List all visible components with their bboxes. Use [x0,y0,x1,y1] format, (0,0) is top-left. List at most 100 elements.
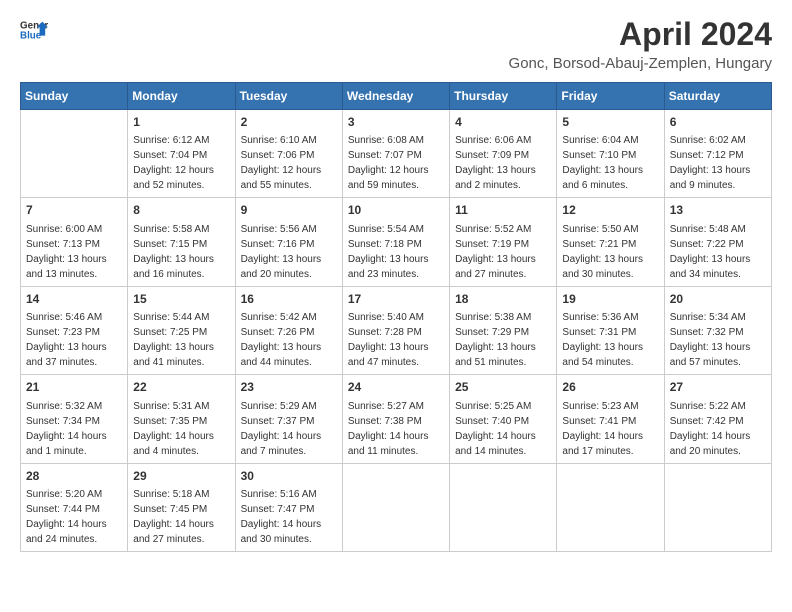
header: General Blue April 2024 Gonc, Borsod-Aba… [20,16,772,72]
day-number: 7 [26,202,122,219]
day-info: Sunrise: 5:18 AMSunset: 7:45 PMDaylight:… [133,487,229,547]
day-number: 3 [348,114,444,131]
day-info: Sunrise: 5:50 AMSunset: 7:21 PMDaylight:… [562,222,658,282]
day-info: Sunrise: 5:32 AMSunset: 7:34 PMDaylight:… [26,399,122,459]
day-info: Sunrise: 5:58 AMSunset: 7:15 PMDaylight:… [133,222,229,282]
day-info: Sunrise: 5:36 AMSunset: 7:31 PMDaylight:… [562,310,658,370]
day-info: Sunrise: 6:12 AMSunset: 7:04 PMDaylight:… [133,133,229,193]
calendar-week-row: 21 Sunrise: 5:32 AMSunset: 7:34 PMDayligh… [21,375,772,463]
day-number: 20 [670,291,766,308]
day-number: 12 [562,202,658,219]
weekday-header-row: SundayMondayTuesdayWednesdayThursdayFrid… [21,83,772,110]
day-number: 25 [455,379,551,396]
day-info: Sunrise: 5:25 AMSunset: 7:40 PMDaylight:… [455,399,551,459]
day-number: 13 [670,202,766,219]
calendar-cell: 26 Sunrise: 5:23 AMSunset: 7:41 PMDayligh… [557,375,664,463]
day-info: Sunrise: 6:08 AMSunset: 7:07 PMDaylight:… [348,133,444,193]
day-info: Sunrise: 6:06 AMSunset: 7:09 PMDaylight:… [455,133,551,193]
calendar-week-row: 14 Sunrise: 5:46 AMSunset: 7:23 PMDayligh… [21,286,772,374]
calendar-cell [21,110,128,198]
calendar-week-row: 28 Sunrise: 5:20 AMSunset: 7:44 PMDayligh… [21,463,772,551]
weekday-header: Friday [557,83,664,110]
day-info: Sunrise: 5:29 AMSunset: 7:37 PMDaylight:… [241,399,337,459]
day-info: Sunrise: 5:38 AMSunset: 7:29 PMDaylight:… [455,310,551,370]
day-info: Sunrise: 5:20 AMSunset: 7:44 PMDaylight:… [26,487,122,547]
day-info: Sunrise: 5:42 AMSunset: 7:26 PMDaylight:… [241,310,337,370]
calendar-cell: 20 Sunrise: 5:34 AMSunset: 7:32 PMDayligh… [664,286,771,374]
calendar-cell: 4 Sunrise: 6:06 AMSunset: 7:09 PMDaylight… [450,110,557,198]
calendar-week-row: 7Sunrise: 6:00 AMSunset: 7:13 PMDaylight… [21,198,772,286]
day-info: Sunrise: 5:44 AMSunset: 7:25 PMDaylight:… [133,310,229,370]
day-info: Sunrise: 5:23 AMSunset: 7:41 PMDaylight:… [562,399,658,459]
day-info: Sunrise: 5:31 AMSunset: 7:35 PMDaylight:… [133,399,229,459]
calendar-cell: 27Sunrise: 5:22 AMSunset: 7:42 PMDayligh… [664,375,771,463]
day-number: 26 [562,379,658,396]
day-number: 10 [348,202,444,219]
day-number: 14 [26,291,122,308]
day-number: 18 [455,291,551,308]
calendar-cell: 13 Sunrise: 5:48 AMSunset: 7:22 PMDayligh… [664,198,771,286]
calendar-cell [664,463,771,551]
calendar-cell: 16 Sunrise: 5:42 AMSunset: 7:26 PMDayligh… [235,286,342,374]
calendar-cell: 17 Sunrise: 5:40 AMSunset: 7:28 PMDayligh… [342,286,449,374]
day-info: Sunrise: 6:10 AMSunset: 7:06 PMDaylight:… [241,133,337,193]
day-number: 21 [26,379,122,396]
day-number: 8 [133,202,229,219]
calendar-cell: 18 Sunrise: 5:38 AMSunset: 7:29 PMDayligh… [450,286,557,374]
calendar-cell: 28 Sunrise: 5:20 AMSunset: 7:44 PMDayligh… [21,463,128,551]
weekday-header: Wednesday [342,83,449,110]
calendar-cell: 30Sunrise: 5:16 AMSunset: 7:47 PMDayligh… [235,463,342,551]
month-title: April 2024 [509,16,772,53]
weekday-header: Sunday [21,83,128,110]
logo: General Blue [20,16,48,44]
day-number: 15 [133,291,229,308]
day-info: Sunrise: 6:02 AMSunset: 7:12 PMDaylight:… [670,133,766,193]
day-number: 19 [562,291,658,308]
calendar-cell: 19 Sunrise: 5:36 AMSunset: 7:31 PMDayligh… [557,286,664,374]
day-number: 23 [241,379,337,396]
location-title: Gonc, Borsod-Abauj-Zemplen, Hungary [509,55,772,72]
day-number: 1 [133,114,229,131]
weekday-header: Saturday [664,83,771,110]
calendar-cell: 14 Sunrise: 5:46 AMSunset: 7:23 PMDayligh… [21,286,128,374]
day-number: 24 [348,379,444,396]
calendar-cell: 29Sunrise: 5:18 AMSunset: 7:45 PMDayligh… [128,463,235,551]
day-number: 16 [241,291,337,308]
day-info: Sunrise: 5:56 AMSunset: 7:16 PMDaylight:… [241,222,337,282]
calendar-cell: 11Sunrise: 5:52 AMSunset: 7:19 PMDayligh… [450,198,557,286]
calendar-cell [450,463,557,551]
day-number: 9 [241,202,337,219]
calendar-table: SundayMondayTuesdayWednesdayThursdayFrid… [20,82,772,552]
calendar-cell: 8 Sunrise: 5:58 AMSunset: 7:15 PMDaylight… [128,198,235,286]
weekday-header: Tuesday [235,83,342,110]
calendar-cell: 10 Sunrise: 5:54 AMSunset: 7:18 PMDayligh… [342,198,449,286]
calendar-cell: 12 Sunrise: 5:50 AMSunset: 7:21 PMDayligh… [557,198,664,286]
day-info: Sunrise: 5:46 AMSunset: 7:23 PMDaylight:… [26,310,122,370]
calendar-cell: 15 Sunrise: 5:44 AMSunset: 7:25 PMDayligh… [128,286,235,374]
calendar-cell: 2Sunrise: 6:10 AMSunset: 7:06 PMDaylight… [235,110,342,198]
calendar-cell: 22 Sunrise: 5:31 AMSunset: 7:35 PMDayligh… [128,375,235,463]
day-info: Sunrise: 5:52 AMSunset: 7:19 PMDaylight:… [455,222,551,282]
day-number: 17 [348,291,444,308]
calendar-cell: 9 Sunrise: 5:56 AMSunset: 7:16 PMDaylight… [235,198,342,286]
day-info: Sunrise: 5:40 AMSunset: 7:28 PMDaylight:… [348,310,444,370]
day-info: Sunrise: 5:48 AMSunset: 7:22 PMDaylight:… [670,222,766,282]
logo-icon: General Blue [20,16,48,44]
calendar-cell: 21 Sunrise: 5:32 AMSunset: 7:34 PMDayligh… [21,375,128,463]
day-number: 30 [241,468,337,485]
day-number: 27 [670,379,766,396]
weekday-header: Thursday [450,83,557,110]
day-info: Sunrise: 5:34 AMSunset: 7:32 PMDaylight:… [670,310,766,370]
day-number: 4 [455,114,551,131]
calendar-cell: 24 Sunrise: 5:27 AMSunset: 7:38 PMDayligh… [342,375,449,463]
day-number: 6 [670,114,766,131]
calendar-cell: 5Sunrise: 6:04 AMSunset: 7:10 PMDaylight… [557,110,664,198]
calendar-cell [342,463,449,551]
day-number: 22 [133,379,229,396]
day-info: Sunrise: 5:54 AMSunset: 7:18 PMDaylight:… [348,222,444,282]
day-info: Sunrise: 5:27 AMSunset: 7:38 PMDaylight:… [348,399,444,459]
calendar-cell: 3 Sunrise: 6:08 AMSunset: 7:07 PMDaylight… [342,110,449,198]
day-number: 28 [26,468,122,485]
title-area: April 2024 Gonc, Borsod-Abauj-Zemplen, H… [509,16,772,72]
calendar-cell: 1 Sunrise: 6:12 AMSunset: 7:04 PMDaylight… [128,110,235,198]
